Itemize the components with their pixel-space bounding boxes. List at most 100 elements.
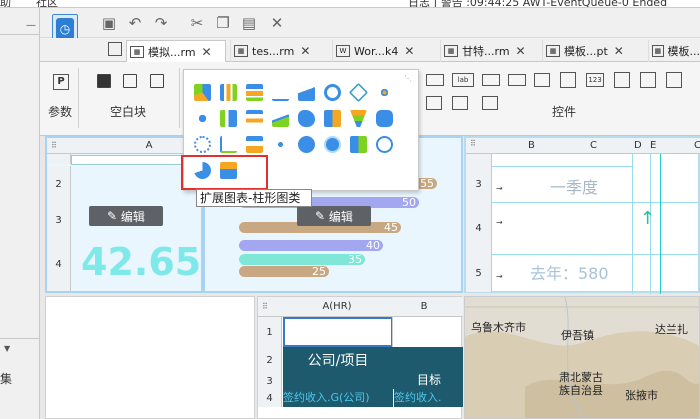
left-panel-label: 集 <box>0 372 13 386</box>
report-icon: ▦ <box>652 45 664 57</box>
textarea-icon[interactable] <box>452 96 468 110</box>
map-label: 张掖市 <box>625 389 658 402</box>
tab-1[interactable]: ▦ 模拟...rm ✕ <box>126 40 226 62</box>
params-group-label: 参数 <box>48 105 73 119</box>
date-picker-icon[interactable] <box>560 72 576 88</box>
relation-chart-icon[interactable] <box>194 136 211 153</box>
3d-chart-icon[interactable] <box>376 110 393 127</box>
button-widget-icon[interactable] <box>426 74 444 86</box>
menu-help[interactable]: 助 <box>0 0 11 7</box>
copy-icon[interactable]: ❐ <box>212 12 234 34</box>
list-widget-icon[interactable] <box>534 73 550 87</box>
multi-bar-icon[interactable] <box>246 136 263 153</box>
close-icon[interactable]: ✕ <box>404 44 414 58</box>
tab-4[interactable]: ▦ 甘特...rm ✕ <box>440 40 538 62</box>
data-cell: 签约收入.G(公司) <box>283 389 393 407</box>
header-cell: 公司/项目 <box>307 353 369 369</box>
combo-box-icon[interactable] <box>508 74 526 86</box>
column-chart-icon[interactable] <box>220 84 237 101</box>
tab-5[interactable]: ▦ 模板...pt ✕ <box>542 40 646 62</box>
split-layout-icon[interactable] <box>123 74 137 88</box>
treemap-chart-icon[interactable] <box>324 110 341 127</box>
radio-group-icon[interactable] <box>482 96 498 110</box>
bar: 35 <box>239 254 365 265</box>
map-chart-icon[interactable] <box>298 110 315 127</box>
rose-chart-icon[interactable] <box>350 136 367 153</box>
paste-icon[interactable]: ▤ <box>238 12 260 34</box>
table-widget[interactable]: ⠿ A(HR) B 1 2 3 4 公司/项目 目标 签约收入.G(公司) 签约… <box>257 296 463 419</box>
row-number: 4 <box>466 202 492 254</box>
highlight-box <box>181 155 268 190</box>
area-chart-icon[interactable] <box>298 84 315 101</box>
popup-grip-icon: ⋱ <box>404 74 412 83</box>
form-icon: ▦ <box>234 45 248 57</box>
close-icon[interactable]: ✕ <box>202 45 212 59</box>
redo-icon[interactable]: ↷ <box>150 12 172 34</box>
close-icon[interactable]: ✕ <box>516 44 526 58</box>
tab-3[interactable]: W Wor...k4 ✕ <box>332 40 436 62</box>
dashboard-chart-icon[interactable] <box>220 136 237 153</box>
tree-widget-icon[interactable] <box>614 72 630 88</box>
word-cloud-icon[interactable] <box>376 136 393 153</box>
map-label: 乌鲁木齐市 <box>471 321 526 334</box>
text-field-icon[interactable] <box>482 74 500 86</box>
bubble-chart-icon[interactable] <box>194 110 211 127</box>
file-widget-icon[interactable] <box>666 72 682 88</box>
close-icon[interactable]: ✕ <box>614 44 624 58</box>
edit-button[interactable]: ✎ 编辑 <box>89 206 163 226</box>
grid-layout-icon[interactable] <box>150 74 164 88</box>
right-arrow-icon: → <box>496 184 503 193</box>
row-number: 3 <box>258 373 282 389</box>
last-year-value: 去年：580 <box>530 264 609 283</box>
radar-chart-icon[interactable] <box>348 82 369 103</box>
point-map-icon[interactable] <box>272 136 289 153</box>
delete-icon[interactable]: ✕ <box>266 12 288 34</box>
map-background <box>465 297 699 418</box>
selected-cell[interactable] <box>283 317 393 347</box>
right-arrow-icon: → <box>496 272 503 281</box>
undo-icon[interactable]: ↶ <box>124 12 146 34</box>
controls-group-label: 控件 <box>552 105 577 119</box>
number-field-icon[interactable]: 123 <box>586 73 604 87</box>
edit-button[interactable]: ✎ 编辑 <box>297 206 371 226</box>
funnel-chart-icon[interactable] <box>350 110 367 127</box>
line-chart-icon[interactable] <box>272 84 289 101</box>
password-field-icon[interactable] <box>426 96 442 110</box>
save-icon[interactable]: ▣ <box>98 12 120 34</box>
edit-icon: ✎ <box>315 209 329 223</box>
menu-community[interactable]: 社区 <box>36 0 58 7</box>
kpi-value: 42.65% <box>81 240 201 284</box>
collapse-arrow-icon[interactable]: ▼ <box>4 344 10 353</box>
column-header: ⠿ A <box>47 138 201 154</box>
row-number: 2 <box>47 166 71 202</box>
tab-6[interactable]: ▦ 模板... <box>648 40 700 62</box>
widget-panel-a[interactable]: ⠿ A 2 3 4 ✎ 编辑 42.65% <box>45 136 203 293</box>
combo-chart-icon[interactable] <box>220 110 237 127</box>
data-cell: 签约收入. <box>394 389 463 407</box>
target-cell: 目标 <box>416 373 441 387</box>
row-number: 4 <box>47 238 71 291</box>
close-icon[interactable]: ✕ <box>300 44 310 58</box>
widget-panel-c[interactable]: ⠿ B C D E C 3 4 5 一季度 去年：580 ↑ → → → <box>464 136 700 294</box>
gauge-chart-icon[interactable] <box>324 84 341 101</box>
minimize-icon[interactable]: — <box>26 20 36 31</box>
grid-icon[interactable] <box>108 42 122 56</box>
checkbox-group-icon[interactable] <box>640 72 656 88</box>
absolute-layout-icon[interactable] <box>97 74 111 88</box>
scatter-chart-icon[interactable] <box>376 84 393 101</box>
form-icon: ▦ <box>130 45 144 58</box>
bar-chart-icon[interactable] <box>246 84 263 101</box>
stock-chart-icon[interactable] <box>272 110 289 127</box>
quarter-title: 一季度 <box>550 178 599 197</box>
form-icon: ▦ <box>444 45 458 57</box>
pie-chart-icon[interactable] <box>194 84 211 101</box>
cut-icon[interactable]: ✂ <box>186 12 208 34</box>
map-widget[interactable]: 乌鲁木齐市 伊吾镇 达兰扎 肃北蒙古族自治县 张掖市 <box>464 296 700 419</box>
globe-chart-icon[interactable] <box>298 136 315 153</box>
tab-2[interactable]: ▦ tes...rm ✕ <box>230 40 328 62</box>
gantt-chart-icon[interactable] <box>246 110 263 127</box>
blank-widget[interactable] <box>45 296 255 419</box>
flow-map-icon[interactable] <box>324 136 341 153</box>
label-widget-icon[interactable]: lab <box>452 73 474 87</box>
parameter-icon[interactable]: P <box>53 74 69 90</box>
